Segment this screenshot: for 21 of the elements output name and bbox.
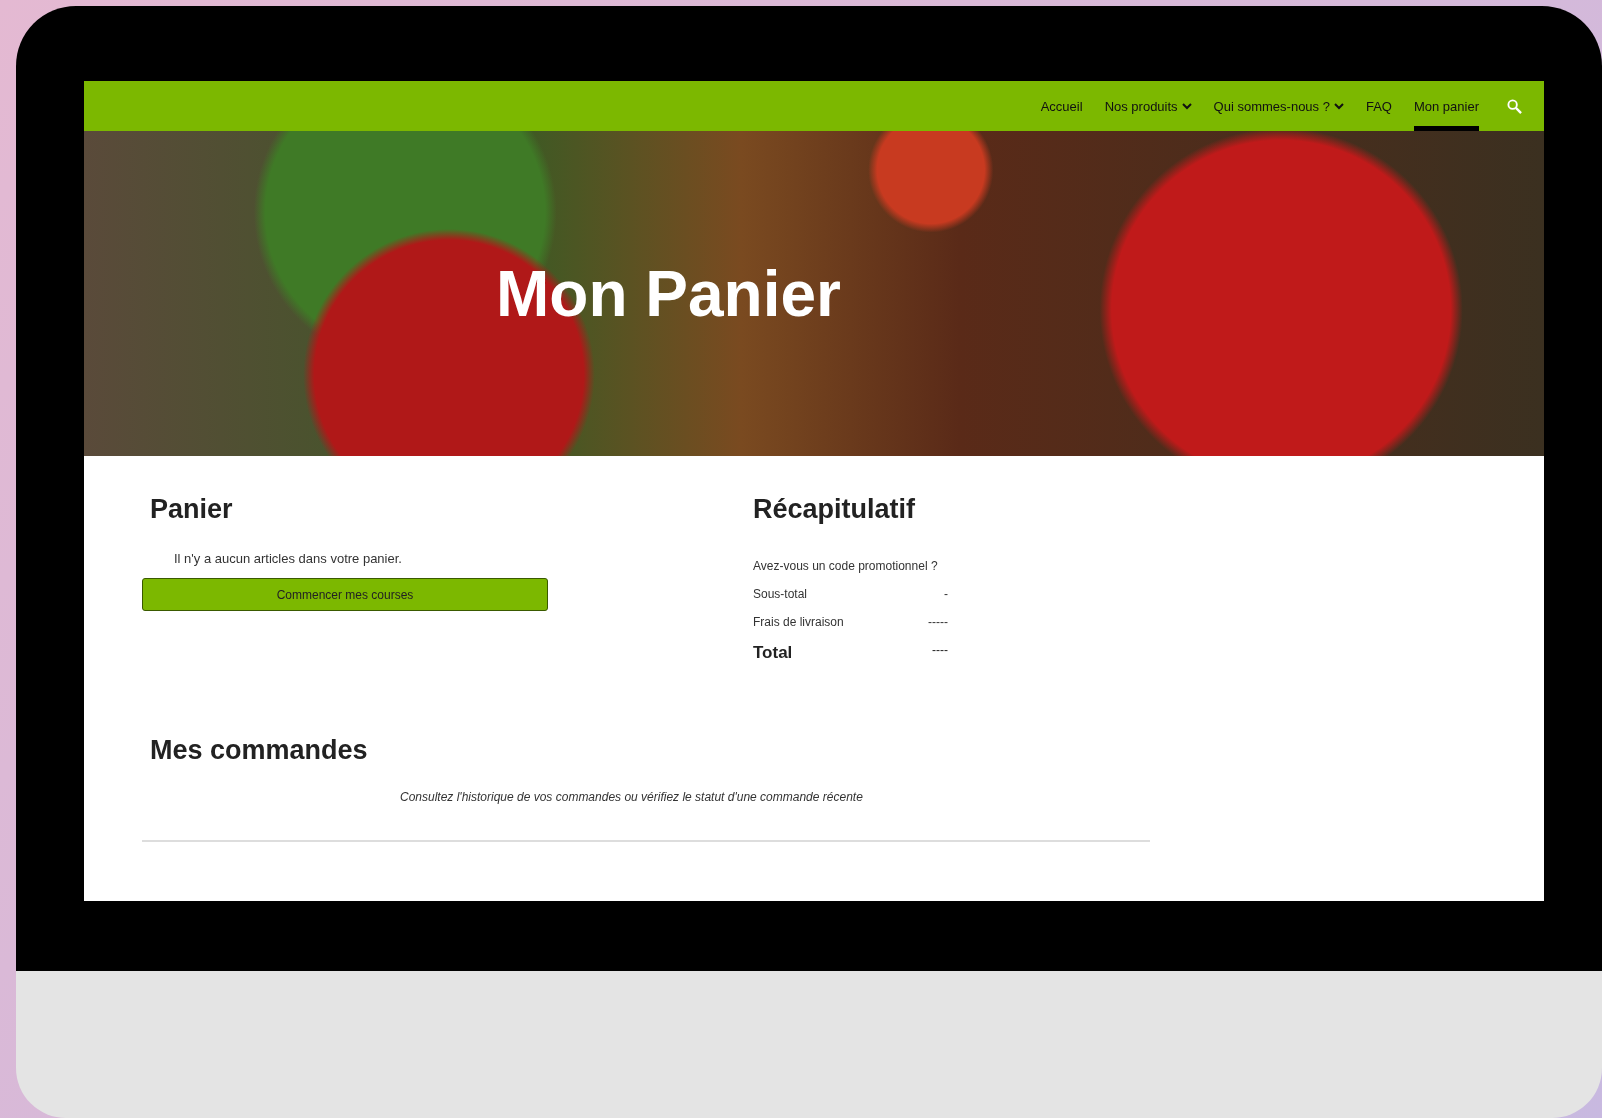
orders-description: Consultez l'historique de vos commandes ou vérifiez le statut d'une commande récente — [400, 790, 864, 804]
nav-link[interactable]: Accueil — [1040, 81, 1083, 131]
nav-link[interactable]: Qui sommes-nous ? — [1213, 81, 1344, 131]
chevron-down-icon — [1333, 101, 1344, 111]
page-title: Mon Panier — [496, 256, 841, 331]
summary-label: Frais de livraison — [753, 615, 844, 629]
empty-cart-message: Il n'y a aucun articles dans votre panier. — [174, 551, 403, 566]
section-heading: Panier — [150, 494, 234, 525]
search-icon[interactable] — [1507, 98, 1522, 114]
summary-value: ---- — [932, 643, 948, 659]
summary-label: Total — [753, 643, 793, 663]
promo-code-link[interactable]: Avez-vous un code promotionnel ? — [753, 559, 1486, 573]
section-heading: Mes commandes — [150, 735, 369, 766]
start-shopping-button[interactable]: Commencer mes courses — [142, 578, 548, 611]
summary-value: - — [944, 587, 948, 601]
nav-link[interactable]: FAQ — [1365, 81, 1392, 131]
chevron-down-icon — [1181, 101, 1192, 111]
summary-value: ----- — [928, 615, 948, 629]
nav-link[interactable]: Nos produits — [1104, 81, 1192, 131]
section-heading: Récapitulatif — [753, 494, 917, 525]
summary-label: Sous-total — [753, 587, 808, 601]
